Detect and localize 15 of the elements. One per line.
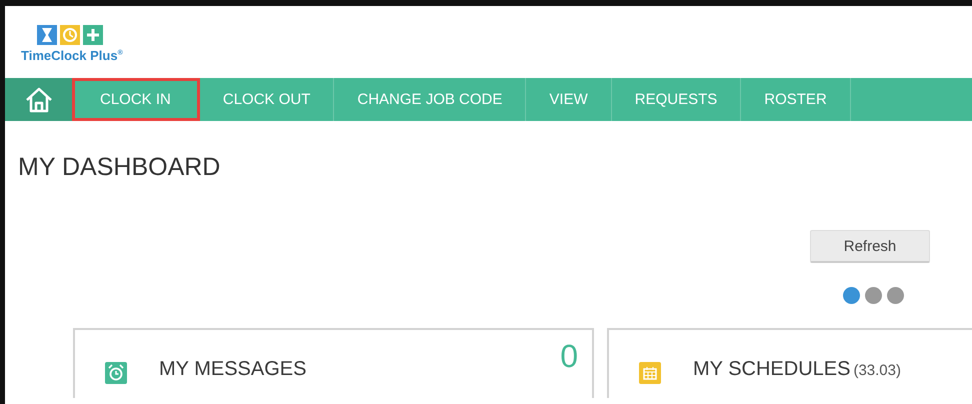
logo-text: TimeClock Plus$^{®}$ [21, 48, 123, 63]
card-title: MY MESSAGES [159, 358, 306, 381]
alarm-clock-icon [105, 362, 127, 384]
nav-tab[interactable]: CLOCK IN [72, 78, 200, 121]
home-button[interactable] [5, 78, 72, 121]
schedule-hours: (33.03) [853, 362, 901, 379]
carousel-dot[interactable] [887, 287, 904, 304]
card-title: MY SCHEDULES [693, 358, 850, 381]
page-title: MY DASHBOARD [18, 153, 222, 182]
carousel-dot[interactable] [865, 287, 882, 304]
home-icon [24, 86, 52, 112]
calendar-icon [639, 362, 661, 384]
carousel-dot[interactable] [843, 287, 860, 304]
refresh-button[interactable]: Refresh [810, 230, 930, 263]
message-count: 0 [560, 338, 578, 375]
